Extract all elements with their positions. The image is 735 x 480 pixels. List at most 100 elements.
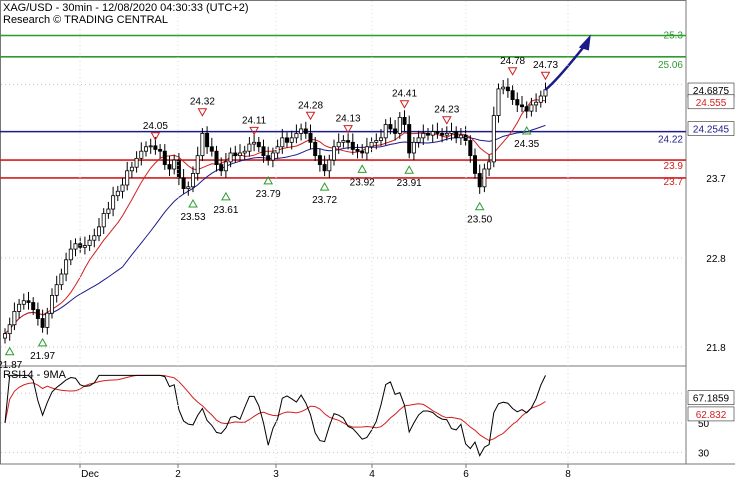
candle-body xyxy=(341,140,346,143)
time-tick-label: 3 xyxy=(273,469,279,480)
candle-body xyxy=(64,259,69,275)
candle-body xyxy=(129,166,134,172)
candle-body xyxy=(364,146,369,154)
candle-body xyxy=(68,248,73,261)
swing-high-marker xyxy=(540,71,551,81)
candle-body xyxy=(369,141,374,148)
candle-body xyxy=(411,141,416,154)
candle-body xyxy=(322,164,327,172)
level-label: 25.06 xyxy=(658,60,683,71)
candle-body xyxy=(54,284,59,296)
candle-body xyxy=(12,310,17,326)
candle-body xyxy=(280,137,285,148)
candle-body xyxy=(402,116,407,125)
candle-body xyxy=(524,106,529,112)
candle-body xyxy=(200,132,205,157)
candle-body xyxy=(543,89,548,97)
time-tick-label: 4 xyxy=(369,469,375,480)
candle-body xyxy=(21,300,26,305)
time-tick-label: Dec xyxy=(81,469,99,480)
candle-body xyxy=(256,141,261,148)
candle-body xyxy=(444,132,449,136)
candle-body xyxy=(449,131,454,134)
candle-body xyxy=(266,155,271,161)
price-tick-label: 22.8 xyxy=(706,254,726,265)
candle-body xyxy=(472,155,477,174)
time-tick-label: 8 xyxy=(565,469,571,480)
candle-body xyxy=(355,149,360,152)
candle-body xyxy=(172,159,177,170)
candle-body xyxy=(115,190,120,197)
candle-body xyxy=(186,186,191,189)
level-label: 23.7 xyxy=(664,177,684,188)
swing-low-marker xyxy=(404,165,415,174)
swing-high-marker xyxy=(507,67,518,76)
candle-body xyxy=(440,132,445,136)
candle-body xyxy=(270,152,275,161)
swing-high-label: 24.05 xyxy=(143,121,168,132)
rsi-moving-average xyxy=(4,374,546,442)
candle-body xyxy=(388,124,393,130)
rsi-value-tag: 67.1859 xyxy=(693,394,730,405)
swing-high-marker xyxy=(399,100,410,109)
candle-body xyxy=(205,132,210,148)
candle-body xyxy=(139,150,144,159)
candle-body xyxy=(313,141,318,157)
candle-body xyxy=(92,235,97,241)
candle-body xyxy=(190,173,195,188)
candle-body xyxy=(167,164,172,170)
time-tick-label: 6 xyxy=(463,469,469,480)
candle-body xyxy=(214,150,219,165)
candle-body xyxy=(393,128,398,134)
candle-body xyxy=(317,155,322,165)
candle-body xyxy=(491,115,496,163)
candle-body xyxy=(374,140,379,143)
candle-body xyxy=(487,161,492,170)
swing-low-label: 23.61 xyxy=(213,205,238,216)
swing-low-label: 21.87 xyxy=(0,360,23,371)
candle-body xyxy=(407,124,412,154)
candle-body xyxy=(31,302,36,311)
candle-body xyxy=(496,88,501,117)
candle-body xyxy=(97,226,102,237)
candle-body xyxy=(397,116,402,134)
candle-body xyxy=(303,128,308,134)
candle-body xyxy=(143,146,148,152)
swing-high-label: 24.11 xyxy=(242,115,267,126)
candle-body xyxy=(120,184,125,192)
candle-body xyxy=(378,137,383,141)
candle-body xyxy=(308,132,313,143)
price-tick-label: 23.7 xyxy=(706,174,726,185)
candle-body xyxy=(294,132,299,139)
swing-low-marker xyxy=(357,164,368,173)
candle-body xyxy=(125,170,130,186)
candle-body xyxy=(327,159,332,172)
candle-body xyxy=(35,309,40,319)
candle-body xyxy=(148,145,153,148)
candle-body xyxy=(134,157,139,168)
level-label: 24.22 xyxy=(658,135,683,146)
swing-high-label: 24.32 xyxy=(190,97,215,108)
swing-low-marker xyxy=(221,191,231,201)
candle-body xyxy=(284,137,289,143)
swing-low-marker xyxy=(188,199,198,208)
swing-high-label: 24.28 xyxy=(298,100,323,111)
swing-low-label: 23.91 xyxy=(397,178,422,189)
candle-body xyxy=(336,141,341,148)
candle-body xyxy=(82,245,87,248)
red-price-tag: 24.555 xyxy=(696,98,727,109)
candle-body xyxy=(331,146,336,161)
candle-body xyxy=(534,101,539,106)
time-tick-label: 2 xyxy=(175,469,181,480)
candle-body xyxy=(425,132,430,136)
candle-body xyxy=(346,140,351,143)
candle-body xyxy=(520,104,525,108)
swing-low-marker xyxy=(474,201,485,211)
candle-body xyxy=(87,239,92,246)
swing-high-marker xyxy=(197,108,208,117)
candle-body xyxy=(501,86,506,90)
candle-body xyxy=(45,312,50,328)
candle-body xyxy=(17,303,22,312)
candle-body xyxy=(228,152,233,163)
candle-body xyxy=(505,86,510,92)
